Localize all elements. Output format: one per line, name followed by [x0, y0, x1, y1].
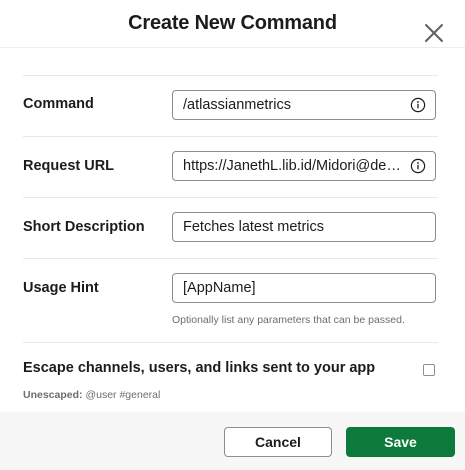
info-icon[interactable] [410, 97, 426, 113]
divider [23, 75, 438, 76]
short-description-value: Fetches latest metrics [183, 219, 325, 235]
request-url-value: https://JanethL.lib.id/Midori@dev/c... [183, 158, 417, 174]
save-button[interactable]: Save [346, 427, 455, 457]
request-url-label: Request URL [23, 158, 115, 174]
dialog-footer: Cancel Save [0, 412, 465, 470]
divider [23, 136, 438, 137]
command-input[interactable]: /atlassianmetrics [172, 90, 436, 120]
divider [23, 258, 438, 259]
unescaped-example: Unescaped: @user #general [23, 389, 160, 401]
divider [23, 197, 438, 198]
command-value: /atlassianmetrics [183, 97, 291, 113]
short-description-label: Short Description [23, 219, 145, 235]
usage-hint-label: Usage Hint [23, 280, 99, 296]
cancel-button[interactable]: Cancel [224, 427, 332, 457]
dialog-title: Create New Command [128, 12, 337, 34]
escape-label: Escape channels, users, and links sent t… [23, 360, 376, 376]
short-description-input[interactable]: Fetches latest metrics [172, 212, 436, 242]
usage-hint-help: Optionally list any parameters that can … [172, 314, 405, 326]
divider [23, 342, 438, 343]
info-icon[interactable] [410, 158, 426, 174]
dialog-header: Create New Command [0, 0, 465, 48]
unescaped-label: Unescaped: [23, 389, 83, 401]
usage-hint-value: [AppName] [183, 280, 256, 296]
usage-hint-input[interactable]: [AppName] [172, 273, 436, 303]
unescaped-value: @user #general [85, 389, 161, 401]
request-url-input[interactable]: https://JanethL.lib.id/Midori@dev/c... [172, 151, 436, 181]
close-icon[interactable] [423, 22, 445, 44]
command-label: Command [23, 96, 94, 112]
escape-checkbox[interactable] [423, 364, 435, 376]
